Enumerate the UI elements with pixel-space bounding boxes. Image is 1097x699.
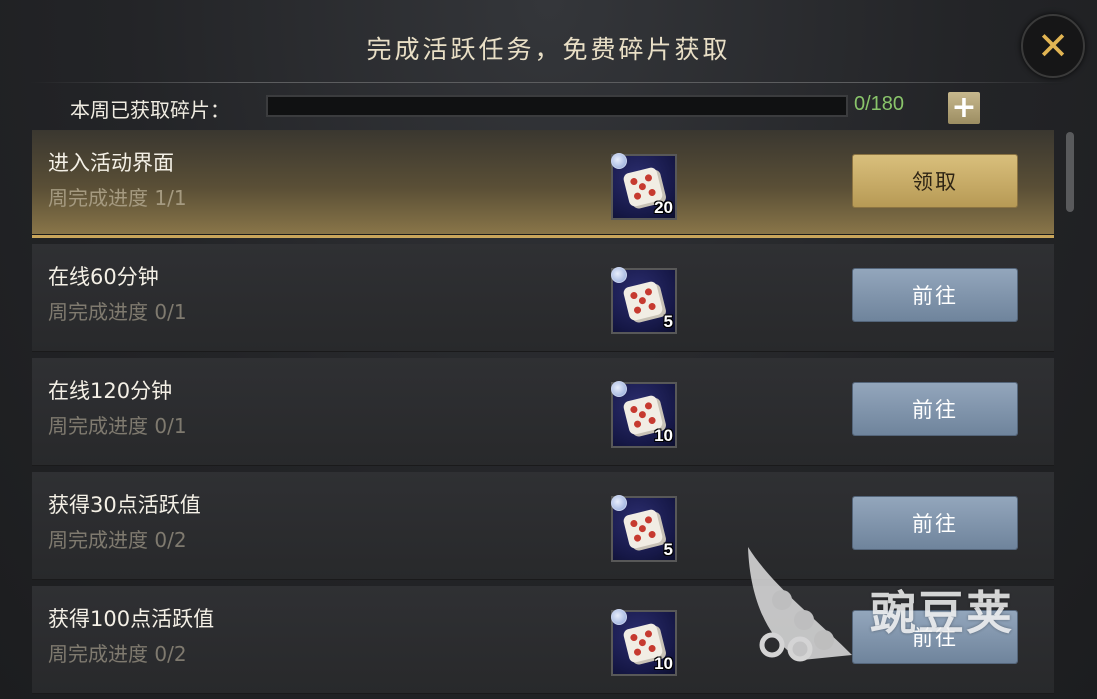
dice-fragment-icon xyxy=(622,508,664,550)
task-progress: 周完成进度 0/1 xyxy=(48,414,187,438)
gem-icon xyxy=(611,153,627,169)
reward-item[interactable]: 10 xyxy=(611,609,677,676)
weekly-progress-bar xyxy=(266,95,848,117)
task-row: 在线120分钟 周完成进度 0/1 10 前往 xyxy=(32,358,1054,466)
reward-item[interactable]: 5 xyxy=(611,267,677,334)
scrollbar[interactable] xyxy=(1066,132,1074,212)
watermark: 豌豆荚 xyxy=(742,545,1062,675)
weekly-fragments-label: 本周已获取碎片： xyxy=(70,98,230,122)
task-name: 进入活动界面 xyxy=(48,151,174,175)
plus-icon: + xyxy=(951,90,977,125)
go-button[interactable]: 前往 xyxy=(853,497,1017,549)
task-panel: 完成活跃任务，免费碎片获取 ✕ 本周已获取碎片： 0/180 + 进入活动界面 … xyxy=(0,0,1097,699)
reward-item[interactable]: 5 xyxy=(611,495,677,562)
watermark-text: 豌豆荚 xyxy=(870,586,1014,640)
reward-count: 10 xyxy=(654,426,673,445)
weekly-progress-count: 0/180 xyxy=(854,93,905,115)
go-button[interactable]: 前往 xyxy=(853,269,1017,321)
dice-fragment-icon xyxy=(622,280,664,322)
reward-item[interactable]: 10 xyxy=(611,381,677,448)
reward-count: 10 xyxy=(654,654,673,673)
reward-count: 20 xyxy=(654,198,673,217)
task-progress: 周完成进度 1/1 xyxy=(48,186,187,210)
gem-icon xyxy=(611,267,627,283)
reward-count: 5 xyxy=(663,312,673,331)
task-progress: 周完成进度 0/2 xyxy=(48,528,187,552)
pea-pod-logo-icon xyxy=(748,547,852,662)
claim-button[interactable]: 领取 xyxy=(853,155,1017,207)
task-name: 在线120分钟 xyxy=(48,379,173,403)
close-button[interactable]: ✕ xyxy=(1021,14,1085,78)
task-name: 在线60分钟 xyxy=(48,265,159,289)
close-icon: ✕ xyxy=(1037,24,1069,68)
task-row: 在线60分钟 周完成进度 0/1 5 前往 xyxy=(32,244,1054,352)
task-name: 获得30点活跃值 xyxy=(48,493,201,517)
gem-icon xyxy=(611,609,627,625)
task-progress: 周完成进度 0/2 xyxy=(48,642,187,666)
task-name: 获得100点活跃值 xyxy=(48,607,215,631)
gem-icon xyxy=(611,495,627,511)
reward-item[interactable]: 20 xyxy=(611,153,677,220)
add-fragments-button[interactable]: + xyxy=(948,92,980,124)
go-button[interactable]: 前往 xyxy=(853,383,1017,435)
gem-icon xyxy=(611,381,627,397)
title-divider xyxy=(30,82,1067,83)
task-row: 进入活动界面 周完成进度 1/1 20 领取 xyxy=(32,130,1054,238)
reward-count: 5 xyxy=(663,540,673,559)
task-progress: 周完成进度 0/1 xyxy=(48,300,187,324)
panel-title: 完成活跃任务，免费碎片获取 xyxy=(366,35,731,64)
